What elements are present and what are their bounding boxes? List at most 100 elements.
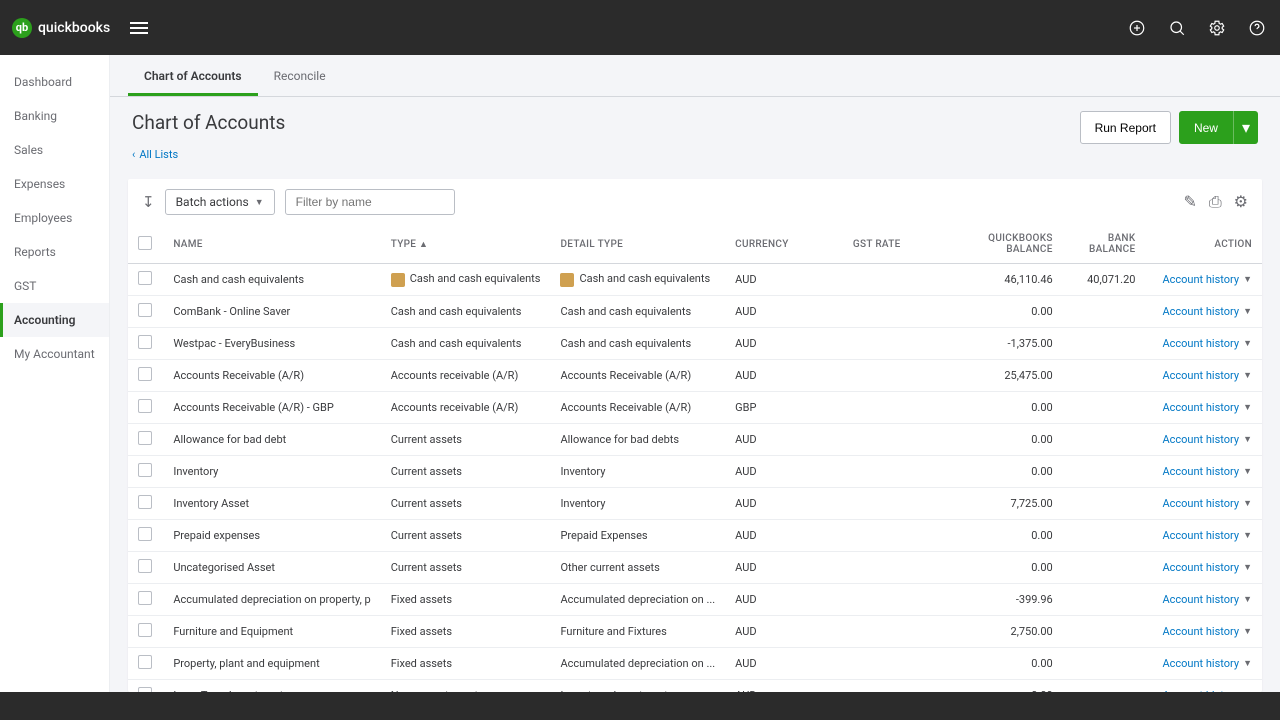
hamburger-icon[interactable] (130, 19, 148, 37)
row-checkbox[interactable] (138, 271, 152, 285)
row-checkbox[interactable] (138, 463, 152, 477)
sidebar-item-accounting[interactable]: Accounting (0, 303, 109, 337)
col-currency[interactable]: CURRENCY (725, 225, 843, 264)
cell-type: Cash and cash equivalents (381, 328, 551, 360)
account-history-link[interactable]: Account history ▼ (1162, 689, 1252, 692)
row-checkbox[interactable] (138, 623, 152, 637)
cell-gst (843, 584, 945, 616)
cell-name: Furniture and Equipment (163, 616, 380, 648)
col-qb-balance[interactable]: QUICKBOOKS BALANCE (945, 225, 1063, 264)
new-dropdown-icon[interactable]: ▾ (1233, 111, 1258, 144)
row-checkbox[interactable] (138, 591, 152, 605)
table-row: Accounts Receivable (A/R) - GBPAccounts … (128, 392, 1262, 424)
cell-bank-balance (1063, 552, 1146, 584)
tab-chart-of-accounts[interactable]: Chart of Accounts (128, 55, 258, 96)
chevron-down-icon: ▼ (1243, 594, 1252, 605)
run-report-button[interactable]: Run Report (1080, 111, 1171, 144)
cell-gst (843, 520, 945, 552)
account-history-link[interactable]: Account history ▼ (1162, 433, 1252, 446)
cell-type: Cash and cash equivalents (381, 264, 551, 296)
cell-type: Non-current assets (381, 680, 551, 693)
table-row: Accounts Receivable (A/R)Accounts receiv… (128, 360, 1262, 392)
tab-reconcile[interactable]: Reconcile (258, 55, 342, 96)
col-action[interactable]: ACTION (1145, 225, 1262, 264)
row-checkbox[interactable] (138, 431, 152, 445)
gear-icon[interactable] (1206, 17, 1228, 39)
account-history-link[interactable]: Account history ▼ (1162, 337, 1252, 350)
top-icons (1126, 17, 1268, 39)
search-icon[interactable] (1166, 17, 1188, 39)
sidebar-item-my-accountant[interactable]: My Accountant (0, 337, 109, 371)
cell-type: Current assets (381, 424, 551, 456)
table-row: Prepaid expensesCurrent assetsPrepaid Ex… (128, 520, 1262, 552)
print-icon[interactable]: ⎙ (1209, 192, 1222, 212)
help-icon[interactable] (1246, 17, 1268, 39)
col-detail[interactable]: DETAIL TYPE (550, 225, 725, 264)
row-checkbox[interactable] (138, 559, 152, 573)
cell-qb-balance: 46,110.46 (945, 264, 1063, 296)
cell-bank-balance (1063, 584, 1146, 616)
new-button[interactable]: New (1179, 111, 1233, 144)
cell-currency: AUD (725, 680, 843, 693)
account-history-link[interactable]: Account history ▼ (1162, 465, 1252, 478)
cell-gst (843, 360, 945, 392)
row-checkbox[interactable] (138, 655, 152, 669)
account-history-link[interactable]: Account history ▼ (1162, 561, 1252, 574)
account-history-link[interactable]: Account history ▼ (1162, 529, 1252, 542)
sort-icon[interactable]: ↧ (142, 193, 155, 211)
cell-type: Fixed assets (381, 584, 551, 616)
cell-bank-balance (1063, 360, 1146, 392)
edit-icon[interactable]: ✎ (1183, 192, 1196, 212)
table-row: Inventory AssetCurrent assetsInventoryAU… (128, 488, 1262, 520)
chevron-down-icon: ▼ (1243, 530, 1252, 541)
cell-gst (843, 424, 945, 456)
chevron-down-icon: ▼ (255, 197, 264, 208)
breadcrumb[interactable]: ‹ All Lists (110, 148, 1280, 167)
row-checkbox[interactable] (138, 399, 152, 413)
cell-currency: AUD (725, 296, 843, 328)
account-history-link[interactable]: Account history ▼ (1162, 625, 1252, 638)
cell-currency: AUD (725, 456, 843, 488)
sidebar-item-dashboard[interactable]: Dashboard (0, 65, 109, 99)
sidebar-item-expenses[interactable]: Expenses (0, 167, 109, 201)
sidebar-item-banking[interactable]: Banking (0, 99, 109, 133)
cell-name: Inventory (163, 456, 380, 488)
settings-icon[interactable]: ⚙ (1234, 192, 1248, 212)
cell-detail: Cash and cash equivalents (550, 264, 725, 296)
account-history-link[interactable]: Account history ▼ (1162, 305, 1252, 318)
col-gst[interactable]: GST RATE (843, 225, 945, 264)
sort-asc-icon: ▲ (419, 240, 428, 250)
col-type[interactable]: TYPE ▲ (381, 225, 551, 264)
account-history-link[interactable]: Account history ▼ (1162, 369, 1252, 382)
row-checkbox[interactable] (138, 495, 152, 509)
cell-name: Uncategorised Asset (163, 552, 380, 584)
account-history-link[interactable]: Account history ▼ (1162, 657, 1252, 670)
account-history-link[interactable]: Account history ▼ (1162, 273, 1252, 286)
batch-actions-button[interactable]: Batch actions ▼ (165, 189, 275, 215)
sidebar-item-sales[interactable]: Sales (0, 133, 109, 167)
cell-name: Accounts Receivable (A/R) (163, 360, 380, 392)
sidebar-item-gst[interactable]: GST (0, 269, 109, 303)
sidebar-item-employees[interactable]: Employees (0, 201, 109, 235)
row-checkbox[interactable] (138, 687, 152, 692)
select-all-checkbox[interactable] (138, 236, 152, 250)
account-history-link[interactable]: Account history ▼ (1162, 497, 1252, 510)
add-icon[interactable] (1126, 17, 1148, 39)
cell-currency: AUD (725, 584, 843, 616)
accounts-table: NAME TYPE ▲ DETAIL TYPE CURRENCY GST RAT… (128, 225, 1262, 692)
account-history-link[interactable]: Account history ▼ (1162, 401, 1252, 414)
filter-input[interactable] (285, 189, 455, 215)
sidebar-item-reports[interactable]: Reports (0, 235, 109, 269)
row-checkbox[interactable] (138, 303, 152, 317)
account-history-link[interactable]: Account history ▼ (1162, 593, 1252, 606)
cell-gst (843, 680, 945, 693)
cell-name: Accounts Receivable (A/R) - GBP (163, 392, 380, 424)
cell-name: Cash and cash equivalents (163, 264, 380, 296)
cell-currency: GBP (725, 392, 843, 424)
cell-gst (843, 296, 945, 328)
row-checkbox[interactable] (138, 367, 152, 381)
row-checkbox[interactable] (138, 335, 152, 349)
col-bank-balance[interactable]: BANK BALANCE (1063, 225, 1146, 264)
col-name[interactable]: NAME (163, 225, 380, 264)
row-checkbox[interactable] (138, 527, 152, 541)
